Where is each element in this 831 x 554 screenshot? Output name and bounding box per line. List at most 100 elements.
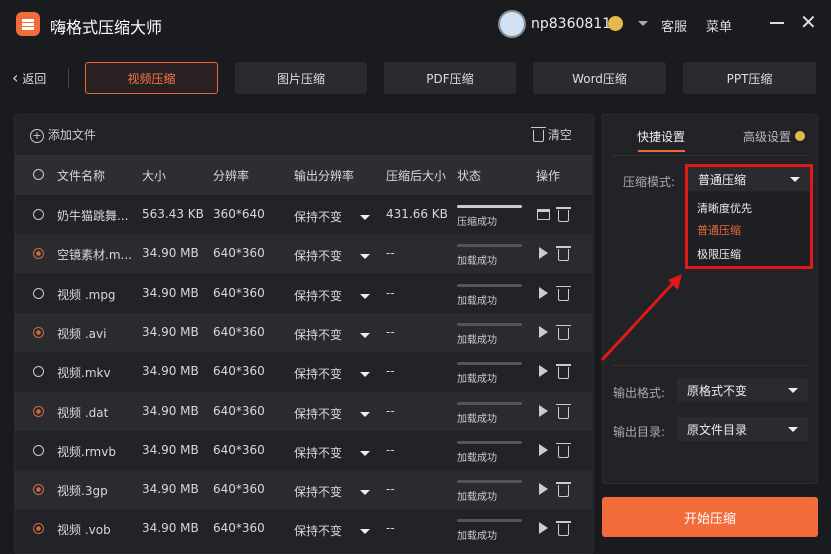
compressed-size: -- bbox=[386, 482, 395, 497]
play-icon[interactable] bbox=[539, 522, 548, 535]
trash-icon[interactable] bbox=[556, 521, 571, 537]
file-size: 34.90 MB bbox=[142, 442, 199, 457]
row-checkbox[interactable] bbox=[33, 444, 44, 456]
output-resolution-select[interactable]: 保持不变 bbox=[294, 287, 371, 304]
trash-icon[interactable] bbox=[556, 324, 571, 340]
play-icon[interactable] bbox=[539, 325, 548, 338]
play-icon[interactable] bbox=[539, 404, 548, 417]
progress-bar bbox=[457, 401, 522, 405]
divider bbox=[612, 155, 808, 156]
chevron-down-icon bbox=[790, 177, 800, 182]
tab-ppt[interactable]: PPT压缩 bbox=[683, 62, 816, 94]
row-checkbox[interactable] bbox=[33, 405, 44, 417]
output-resolution-select[interactable]: 保持不变 bbox=[294, 405, 371, 422]
output-resolution-select[interactable]: 保持不变 bbox=[294, 444, 371, 461]
trash-icon[interactable] bbox=[556, 482, 571, 498]
tab-image[interactable]: 图片压缩 bbox=[235, 62, 367, 94]
output-resolution-value: 保持不变 bbox=[294, 485, 343, 500]
dir-value: 原文件目录 bbox=[687, 422, 748, 437]
tab-advanced-settings[interactable]: 高级设置 bbox=[743, 128, 805, 145]
row-checkbox[interactable] bbox=[33, 287, 44, 299]
option-extreme[interactable]: 极限压缩 bbox=[688, 240, 810, 264]
trash-icon bbox=[531, 126, 546, 142]
compressed-size: -- bbox=[386, 442, 395, 457]
folder-icon[interactable] bbox=[537, 209, 550, 220]
back-button[interactable]: ‹ 返回 bbox=[12, 68, 46, 87]
compressed-size: -- bbox=[386, 285, 395, 300]
progress-bar bbox=[457, 205, 522, 208]
header-resolution: 分辨率 bbox=[213, 169, 250, 183]
row-checkbox[interactable] bbox=[33, 248, 44, 260]
tab-pdf[interactable]: PDF压缩 bbox=[384, 62, 516, 94]
compressed-size: -- bbox=[386, 246, 395, 261]
chevron-down-icon bbox=[788, 427, 798, 432]
table-row: 视频.mkv 34.90 MB 640*360 保持不变 -- 加载成功 bbox=[15, 352, 592, 391]
file-name: 视频.rmvb bbox=[57, 444, 116, 459]
compressed-size: -- bbox=[386, 521, 395, 536]
row-checkbox[interactable] bbox=[33, 366, 44, 378]
chevron-down-icon bbox=[360, 254, 371, 260]
add-file-button[interactable]: + 添加文件 bbox=[30, 126, 96, 143]
status-text: 加载成功 bbox=[457, 413, 497, 425]
row-checkbox[interactable] bbox=[33, 484, 44, 496]
output-resolution-select[interactable]: 保持不变 bbox=[294, 365, 371, 382]
back-label: 返回 bbox=[22, 72, 47, 86]
service-link[interactable]: 客服 bbox=[661, 16, 687, 35]
tab-word[interactable]: Word压缩 bbox=[533, 62, 666, 94]
chevron-down-icon bbox=[360, 529, 371, 535]
status-text: 加载成功 bbox=[457, 256, 497, 268]
trash-icon[interactable] bbox=[556, 442, 571, 458]
vip-coin-icon bbox=[794, 131, 805, 141]
file-size: 34.90 MB bbox=[142, 246, 199, 261]
close-icon[interactable]: ✕ bbox=[800, 10, 817, 34]
start-compress-button[interactable]: 开始压缩 bbox=[602, 497, 818, 537]
trash-icon[interactable] bbox=[556, 246, 571, 262]
file-size: 563.43 KB bbox=[142, 207, 204, 221]
add-file-label: 添加文件 bbox=[47, 128, 96, 142]
output-resolution-select[interactable]: 保持不变 bbox=[294, 483, 371, 500]
row-checkbox[interactable] bbox=[33, 326, 44, 338]
minimize-icon[interactable] bbox=[770, 22, 784, 24]
tab-quick-settings[interactable]: 快捷设置 bbox=[637, 128, 685, 145]
progress-bar bbox=[457, 519, 522, 523]
chevron-down-icon bbox=[360, 215, 371, 220]
mode-value: 普通压缩 bbox=[698, 172, 747, 187]
output-resolution-value: 保持不变 bbox=[294, 524, 343, 539]
file-resolution: 640*360 bbox=[213, 246, 265, 261]
trash-icon[interactable] bbox=[556, 207, 571, 222]
output-resolution-select[interactable]: 保持不变 bbox=[294, 208, 371, 225]
trash-icon[interactable] bbox=[556, 364, 571, 380]
avatar[interactable] bbox=[498, 10, 526, 38]
play-icon[interactable] bbox=[539, 247, 548, 260]
row-checkbox[interactable] bbox=[33, 209, 44, 220]
mode-select[interactable]: 普通压缩 bbox=[688, 167, 810, 191]
menu-link[interactable]: 菜单 bbox=[706, 16, 732, 35]
trash-icon[interactable] bbox=[556, 285, 571, 301]
chevron-down-icon bbox=[360, 372, 371, 378]
play-icon[interactable] bbox=[539, 483, 548, 496]
progress-bar bbox=[457, 362, 522, 366]
clear-button[interactable]: 清空 bbox=[531, 126, 572, 143]
option-normal[interactable]: 普通压缩 bbox=[688, 216, 810, 240]
play-icon[interactable] bbox=[539, 443, 548, 456]
header-compressed-size: 压缩后大小 bbox=[386, 169, 447, 183]
trash-icon[interactable] bbox=[556, 403, 571, 419]
user-dropdown-icon[interactable] bbox=[638, 21, 648, 26]
tab-video[interactable]: 视频压缩 bbox=[85, 62, 218, 94]
chevron-down-icon bbox=[360, 490, 371, 496]
option-clarity[interactable]: 清晰度优先 bbox=[688, 192, 810, 216]
row-checkbox[interactable] bbox=[33, 523, 44, 535]
play-icon[interactable] bbox=[539, 365, 548, 378]
file-resolution: 640*360 bbox=[213, 324, 265, 339]
output-resolution-select[interactable]: 保持不变 bbox=[294, 326, 371, 343]
output-resolution-select[interactable]: 保持不变 bbox=[294, 247, 371, 264]
username[interactable]: np8360811 bbox=[531, 16, 611, 32]
select-all-checkbox[interactable] bbox=[33, 169, 44, 180]
format-select[interactable]: 原格式不变 bbox=[677, 378, 808, 402]
dir-select[interactable]: 原文件目录 bbox=[677, 417, 808, 441]
file-size: 34.90 MB bbox=[142, 403, 199, 418]
output-resolution-select[interactable]: 保持不变 bbox=[294, 522, 371, 539]
progress-bar bbox=[457, 480, 522, 484]
play-icon[interactable] bbox=[539, 286, 548, 299]
table-row: 视频 .dat 34.90 MB 640*360 保持不变 -- 加载成功 bbox=[15, 391, 592, 431]
